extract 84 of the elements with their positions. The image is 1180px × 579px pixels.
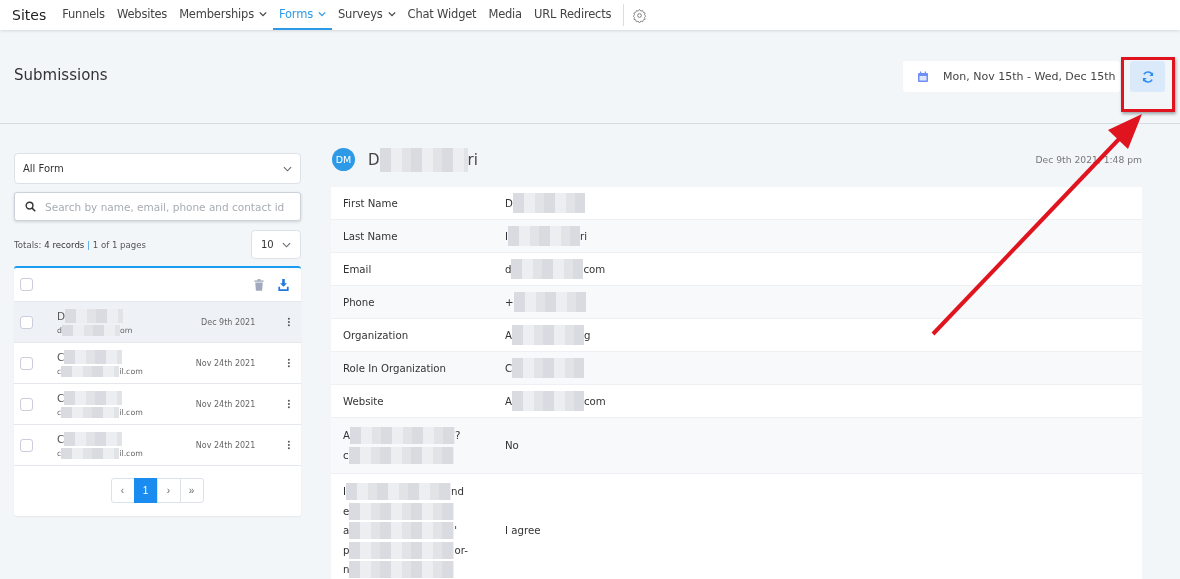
checkbox[interactable]: [20, 397, 33, 411]
download-icon[interactable]: [278, 278, 289, 291]
field-value: C: [505, 361, 513, 376]
field-value: I agree: [505, 524, 541, 539]
field-value: d: [505, 262, 512, 277]
page-size-select[interactable]: 10: [251, 230, 301, 259]
more-icon[interactable]: [287, 358, 291, 368]
nav-tab[interactable]: Websites: [110, 0, 174, 30]
nav-tab[interactable]: Chat Widget: [401, 0, 483, 30]
contact-name: C: [57, 350, 65, 363]
redaction-blur: [64, 349, 123, 364]
field-value: +: [505, 295, 514, 310]
submission-date: Dec 9th 2021: [200, 317, 256, 327]
field-value: com: [583, 262, 606, 277]
contact-name: C: [57, 432, 65, 445]
field-label: Organization: [343, 328, 409, 343]
field-label: A: [343, 429, 350, 443]
brand-title: Sites: [12, 7, 47, 23]
checkbox[interactable]: [20, 356, 33, 370]
contact-name: D: [57, 309, 66, 322]
field-label: I: [343, 485, 346, 499]
previous-page-button[interactable]: ‹: [110, 478, 135, 503]
contact-name: C: [57, 391, 65, 404]
field-value: A: [505, 394, 512, 409]
refresh-button[interactable]: [1130, 61, 1165, 92]
field-value: No: [505, 439, 519, 453]
redaction-blur: [61, 406, 120, 418]
search-icon: [25, 201, 36, 212]
contact-name: ri: [467, 150, 478, 169]
search-field[interactable]: Search by name, email, phone and contact id: [14, 192, 301, 221]
next-page-button[interactable]: ›: [156, 478, 181, 503]
date-range-picker[interactable]: Mon, Nov 15th - Wed, Dec 15th: [903, 61, 1120, 92]
nav-tab[interactable]: Memberships: [173, 0, 273, 30]
checkbox[interactable]: [20, 315, 33, 329]
nav-tab[interactable]: Funnels: [56, 0, 111, 30]
page-title: Submissions: [14, 65, 109, 84]
calendar-icon: [917, 70, 929, 83]
last-page-button[interactable]: »: [179, 478, 204, 503]
field-value: com: [584, 394, 606, 409]
field-label: ': [454, 524, 458, 538]
more-icon[interactable]: [287, 440, 291, 450]
field-label: ?: [455, 429, 461, 443]
redaction-blur: [61, 365, 120, 377]
redaction-blur: [61, 447, 120, 459]
field-label: nd: [451, 485, 464, 499]
submission-date: Nov 24th 2021: [194, 399, 256, 409]
redaction-blur: [64, 431, 123, 446]
nav-tab[interactable]: Surveys: [332, 0, 402, 30]
nav-tab[interactable]: URL Redirects: [527, 0, 618, 30]
field-label: Website: [343, 394, 384, 409]
chevron-icon: [282, 241, 291, 248]
checkbox[interactable]: [20, 278, 33, 291]
chevron-icon: [283, 165, 292, 172]
redaction-blur: [64, 390, 123, 405]
field-label: Last Name: [343, 229, 398, 244]
field-value: D: [505, 196, 513, 211]
more-icon[interactable]: [287, 399, 291, 409]
field-label: a: [343, 524, 350, 538]
field-value: g: [584, 328, 591, 343]
submission-date: Nov 24th 2021: [194, 440, 256, 450]
field-label: Phone: [343, 295, 375, 310]
field-label: p: [343, 543, 350, 558]
refresh-icon: [1140, 69, 1155, 84]
field-label: First Name: [343, 196, 398, 211]
field-label: c: [343, 448, 349, 463]
checkbox[interactable]: [20, 438, 33, 452]
highlight-box: [1121, 57, 1175, 112]
field-label: Email: [343, 262, 372, 277]
avatar: DM: [332, 148, 355, 171]
contact-name: D: [368, 150, 380, 169]
form-select[interactable]: All Form: [14, 153, 301, 184]
more-icon[interactable]: [287, 317, 291, 327]
trash-icon[interactable]: [254, 278, 264, 291]
field-value: A: [505, 328, 512, 343]
field-value: I: [505, 229, 508, 244]
totals-text: Totals: 4 records | 1 of 1 pages: [14, 239, 147, 250]
field-label: or-: [454, 543, 468, 558]
field-label: Role In Organization: [343, 361, 447, 376]
field-label: e: [343, 504, 350, 519]
field-label: n: [343, 563, 350, 577]
field-value: ri: [580, 229, 588, 244]
nav-tab[interactable]: Media: [482, 0, 528, 30]
settings-icon[interactable]: [632, 7, 648, 23]
submission-date: Nov 24th 2021: [194, 358, 256, 368]
